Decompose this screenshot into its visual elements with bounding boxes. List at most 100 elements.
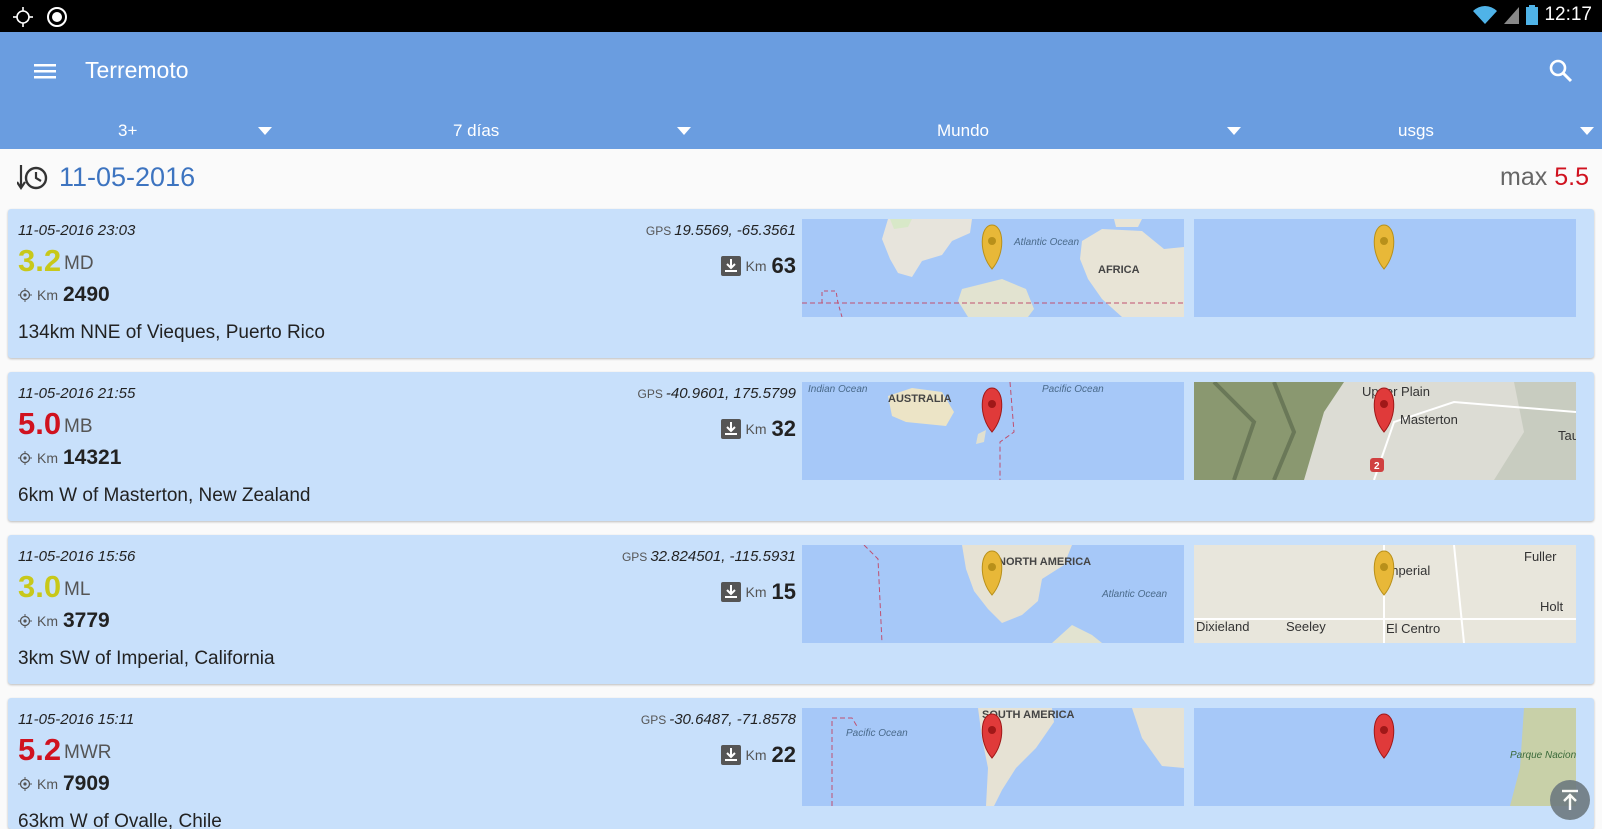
- km-label: Km: [745, 747, 767, 763]
- distance-value: 3779: [63, 609, 110, 632]
- local-map[interactable]: Upper Plain Masterton Tau 2: [1194, 382, 1576, 480]
- depth-icon: [720, 419, 741, 439]
- distance-value: 14321: [63, 446, 122, 469]
- km-label: Km: [745, 421, 767, 437]
- scroll-to-top-button[interactable]: [1550, 780, 1590, 820]
- depth-icon: [720, 745, 741, 765]
- chevron-down-icon: [1580, 127, 1594, 135]
- history-sort-icon[interactable]: [17, 163, 49, 191]
- depth-icon: [720, 582, 741, 602]
- arrow-up-icon: [1562, 789, 1578, 810]
- map-label: Upper Plain: [1362, 384, 1430, 399]
- menu-icon[interactable]: [30, 56, 60, 86]
- quake-mag-type: MD: [64, 253, 94, 274]
- quake-magnitude: 3.0: [18, 569, 62, 604]
- km-label: Km: [745, 584, 767, 600]
- quake-magnitude: 5.0: [18, 406, 62, 441]
- filter-source-label: usgs: [1398, 121, 1434, 140]
- location-icon: [18, 614, 32, 628]
- local-map[interactable]: Imperial Fuller Holt Dixieland Seeley El…: [1194, 545, 1576, 643]
- quake-card[interactable]: 11-05-2016 15:56 3.0 ML Km 3779 3km SW o…: [8, 535, 1594, 684]
- record-icon: [47, 7, 67, 27]
- chevron-down-icon: [677, 127, 691, 135]
- quake-card[interactable]: 11-05-2016 15:11 5.2 MWR Km 7909 63km W …: [8, 698, 1594, 829]
- gps-label: GPS: [621, 550, 648, 564]
- battery-icon: [1526, 5, 1539, 25]
- gps-label: GPS: [645, 224, 672, 238]
- map-label: Indian Ocean: [808, 384, 868, 395]
- quake-place: 134km NNE of Vieques, Puerto Rico: [18, 322, 325, 343]
- map-label: 2: [1374, 461, 1380, 472]
- km-label: Km: [745, 258, 767, 274]
- quake-depth: Km 32: [720, 416, 796, 442]
- map-label: NORTH AMERICA: [998, 556, 1091, 568]
- quake-depth: Km 15: [720, 579, 796, 605]
- map-label: Pacific Ocean: [846, 728, 908, 739]
- gps-value: -30.6487, -71.8578: [669, 711, 796, 728]
- world-map[interactable]: Pacific Ocean SOUTH AMERICA: [802, 708, 1184, 806]
- map-label: Tau: [1558, 428, 1576, 443]
- signal-icon: [1504, 7, 1520, 24]
- filter-source[interactable]: usgs: [1250, 118, 1602, 148]
- filter-period[interactable]: 7 días: [280, 118, 700, 148]
- map-label: Masterton: [1400, 412, 1458, 427]
- chevron-down-icon: [258, 127, 272, 135]
- location-icon: [18, 288, 32, 302]
- quake-distance: Km 7909: [18, 772, 110, 796]
- gps-value: 19.5569, -65.3561: [674, 222, 796, 239]
- max-magnitude: max 5.5: [1500, 163, 1589, 192]
- map-label: AFRICA: [1098, 264, 1140, 276]
- quake-distance: Km 14321: [18, 446, 121, 470]
- map-label: Fuller: [1524, 549, 1557, 564]
- km-label: Km: [37, 287, 58, 303]
- map-label: Atlantic Ocean: [1101, 589, 1167, 600]
- gps-icon: [13, 7, 33, 27]
- filter-magnitude[interactable]: 3+: [0, 118, 280, 148]
- map-label: Seeley: [1286, 619, 1326, 634]
- depth-icon: [720, 256, 741, 276]
- quake-gps: GPS -40.9601, 175.5799: [638, 385, 796, 402]
- local-map[interactable]: Parque Nacional Fray Jorge: [1194, 708, 1576, 806]
- quake-place: 63km W of Ovalle, Chile: [18, 811, 222, 829]
- depth-value: 32: [771, 416, 796, 441]
- quake-depth: Km 63: [720, 253, 796, 279]
- quake-mag-type: MB: [64, 416, 93, 437]
- world-map[interactable]: NORTH AMERICA Atlantic Ocean: [802, 545, 1184, 643]
- quake-time: 11-05-2016 23:03: [18, 222, 136, 239]
- quake-card[interactable]: 11-05-2016 21:55 5.0 MB Km 14321 6km W o…: [8, 372, 1594, 521]
- filter-period-label: 7 días: [453, 121, 500, 140]
- depth-value: 15: [771, 579, 796, 604]
- map-label: AUSTRALIA: [888, 393, 952, 405]
- filter-region[interactable]: Mundo: [700, 118, 1250, 148]
- date-header: 11-05-2016 max 5.5: [0, 149, 1602, 205]
- distance-value: 2490: [63, 283, 110, 306]
- world-map[interactable]: Atlantic Ocean AFRICA: [802, 219, 1184, 317]
- quake-time: 11-05-2016 21:55: [18, 385, 136, 402]
- quake-gps: GPS -30.6487, -71.8578: [641, 711, 796, 728]
- quake-place: 6km W of Masterton, New Zealand: [18, 485, 311, 506]
- quake-depth: Km 22: [720, 742, 796, 768]
- quake-mag-type: ML: [64, 579, 91, 600]
- clock: 12:17: [1544, 4, 1592, 25]
- quake-card[interactable]: 11-05-2016 23:03 3.2 MD Km 2490 134km NN…: [8, 209, 1594, 358]
- map-label: Pacific Ocean: [1042, 384, 1104, 395]
- quake-distance: Km 3779: [18, 609, 110, 633]
- gps-value: -40.9601, 175.5799: [665, 385, 796, 402]
- max-value: 5.5: [1554, 163, 1589, 191]
- map-label: El Centro: [1386, 621, 1440, 636]
- app-title: Terremoto: [85, 57, 189, 83]
- quake-time: 11-05-2016 15:11: [18, 711, 135, 728]
- map-label: Dixieland: [1196, 619, 1249, 634]
- chevron-down-icon: [1227, 127, 1241, 135]
- quake-mag-type: MWR: [64, 742, 112, 763]
- location-icon: [18, 451, 32, 465]
- search-icon[interactable]: [1546, 56, 1576, 86]
- local-map[interactable]: [1194, 219, 1576, 317]
- km-label: Km: [37, 613, 58, 629]
- km-label: Km: [37, 776, 58, 792]
- world-map[interactable]: Indian Ocean AUSTRALIA Pacific Ocean: [802, 382, 1184, 480]
- depth-value: 22: [771, 742, 796, 767]
- date-title: 11-05-2016: [59, 162, 196, 192]
- quake-time: 11-05-2016 15:56: [18, 548, 136, 565]
- km-label: Km: [37, 450, 58, 466]
